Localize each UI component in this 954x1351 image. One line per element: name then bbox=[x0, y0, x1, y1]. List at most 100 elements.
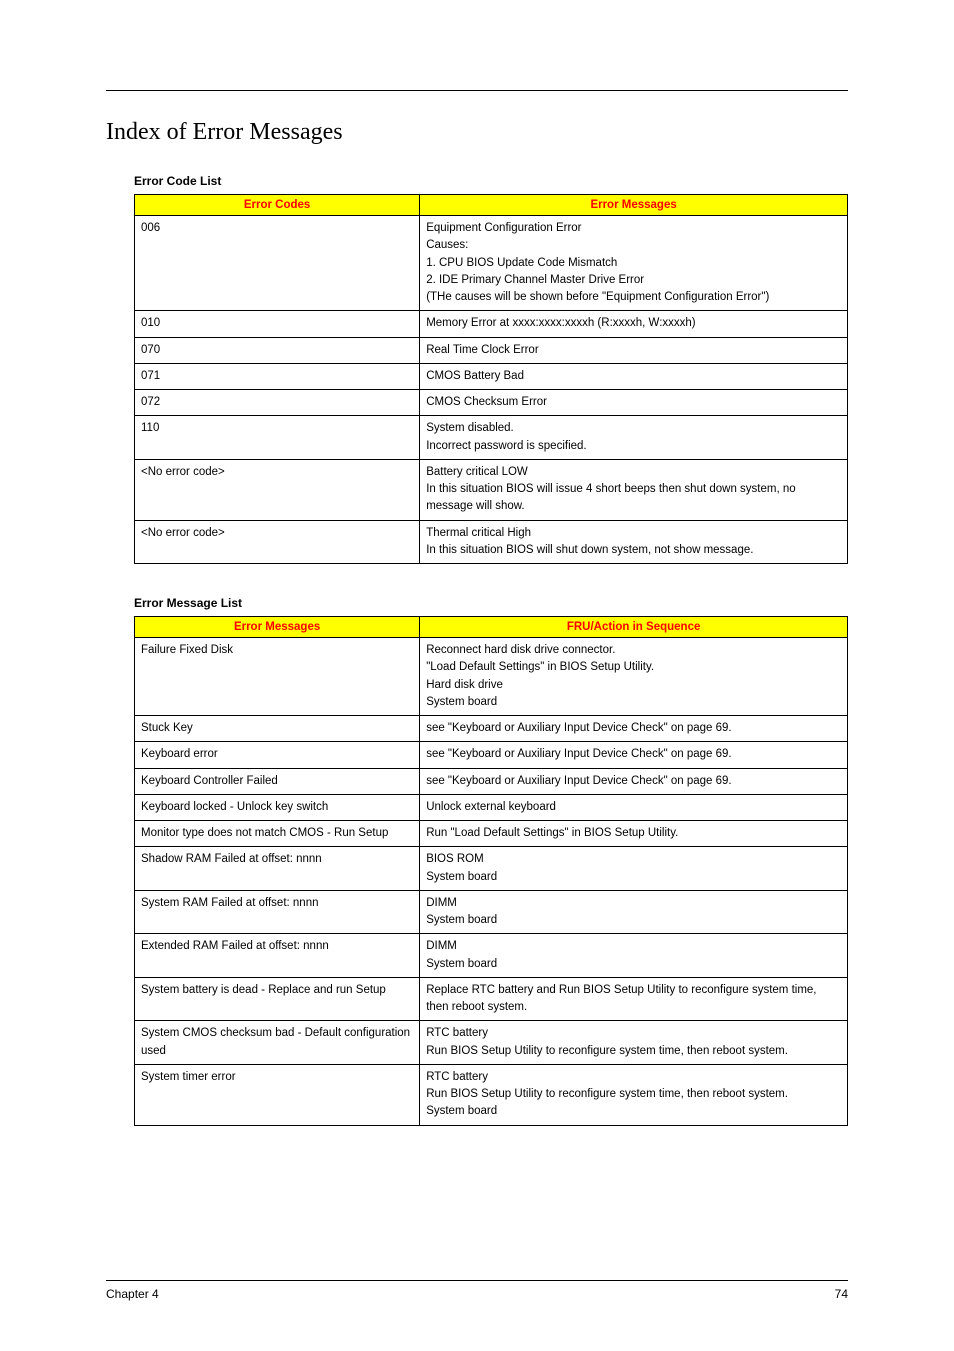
cell-line: System board bbox=[426, 1103, 841, 1120]
row-left-cell: Failure Fixed Disk bbox=[135, 638, 420, 716]
cell-line: (THe causes will be shown before "Equipm… bbox=[426, 289, 841, 306]
cell-line: Battery critical LOW bbox=[426, 464, 841, 481]
row-right-cell: DIMMSystem board bbox=[420, 890, 848, 934]
row-left-cell: Monitor type does not match CMOS - Run S… bbox=[135, 821, 420, 847]
cell-line: "Load Default Settings" in BIOS Setup Ut… bbox=[426, 659, 841, 676]
error-message-list-label: Error Message List bbox=[134, 596, 848, 610]
table-row: <No error code>Thermal critical HighIn t… bbox=[135, 520, 848, 564]
table-row: System CMOS checksum bad - Default confi… bbox=[135, 1021, 848, 1065]
cell-line: Reconnect hard disk drive connector. bbox=[426, 642, 841, 659]
cell-line: DIMM bbox=[426, 895, 841, 912]
row-right-cell: System disabled.Incorrect password is sp… bbox=[420, 416, 848, 460]
row-left-cell: <No error code> bbox=[135, 459, 420, 520]
cell-line: In this situation BIOS will shut down sy… bbox=[426, 542, 841, 559]
cell-line: Hard disk drive bbox=[426, 677, 841, 694]
table-row: Stuck Key see "Keyboard or Auxiliary Inpu… bbox=[135, 716, 848, 742]
row-left-cell: 110 bbox=[135, 416, 420, 460]
row-right-cell: see "Keyboard or Auxiliary Input Device … bbox=[420, 742, 848, 768]
t2-header-messages: Error Messages bbox=[135, 617, 420, 638]
cell-line: see "Keyboard or Auxiliary Input Device … bbox=[426, 746, 841, 763]
cell-line: Run "Load Default Settings" in BIOS Setu… bbox=[426, 825, 841, 842]
table-row: 071 CMOS Battery Bad bbox=[135, 363, 848, 389]
cell-line: Run BIOS Setup Utility to reconfigure sy… bbox=[426, 1086, 841, 1103]
cell-line: CMOS Battery Bad bbox=[426, 368, 841, 385]
table-row: Keyboard locked - Unlock key switchUnloc… bbox=[135, 794, 848, 820]
row-left-cell: Stuck Key bbox=[135, 716, 420, 742]
t2-header-action: FRU/Action in Sequence bbox=[420, 617, 848, 638]
row-right-cell: RTC batteryRun BIOS Setup Utility to rec… bbox=[420, 1064, 848, 1125]
cell-line: CMOS Checksum Error bbox=[426, 394, 841, 411]
row-left-cell: Keyboard Controller Failed bbox=[135, 768, 420, 794]
row-right-cell: Memory Error at xxxx:xxxx:xxxxh (R:xxxxh… bbox=[420, 311, 848, 337]
row-left-cell: System RAM Failed at offset: nnnn bbox=[135, 890, 420, 934]
row-left-cell: Keyboard locked - Unlock key switch bbox=[135, 794, 420, 820]
cell-line: see "Keyboard or Auxiliary Input Device … bbox=[426, 720, 841, 737]
table-row: 010 Memory Error at xxxx:xxxx:xxxxh (R:xx… bbox=[135, 311, 848, 337]
row-right-cell: Unlock external keyboard bbox=[420, 794, 848, 820]
error-code-list-label: Error Code List bbox=[134, 174, 848, 188]
row-right-cell: BIOS ROMSystem board bbox=[420, 847, 848, 891]
cell-line: RTC battery bbox=[426, 1069, 841, 1086]
cell-line: Replace RTC battery and Run BIOS Setup U… bbox=[426, 982, 841, 1017]
table-row: Keyboard Controller Failedsee "Keyboard … bbox=[135, 768, 848, 794]
cell-line: Real Time Clock Error bbox=[426, 342, 841, 359]
table-row: Failure Fixed DiskReconnect hard disk dr… bbox=[135, 638, 848, 716]
row-right-cell: CMOS Battery Bad bbox=[420, 363, 848, 389]
table-row: Extended RAM Failed at offset: nnnnDIMMS… bbox=[135, 934, 848, 978]
row-left-cell: 010 bbox=[135, 311, 420, 337]
row-right-cell: Thermal critical HighIn this situation B… bbox=[420, 520, 848, 564]
table-row: 072 CMOS Checksum Error bbox=[135, 390, 848, 416]
row-left-cell: Shadow RAM Failed at offset: nnnn bbox=[135, 847, 420, 891]
error-message-table: Error Messages FRU/Action in Sequence Fa… bbox=[134, 616, 848, 1126]
page-title: Index of Error Messages bbox=[106, 119, 848, 146]
cell-line: System disabled. bbox=[426, 420, 841, 437]
row-right-cell: DIMMSystem board bbox=[420, 934, 848, 978]
row-right-cell: Run "Load Default Settings" in BIOS Setu… bbox=[420, 821, 848, 847]
cell-line: 2. IDE Primary Channel Master Drive Erro… bbox=[426, 272, 841, 289]
t1-header-codes: Error Codes bbox=[135, 195, 420, 216]
table-row: System timer errorRTC batteryRun BIOS Se… bbox=[135, 1064, 848, 1125]
row-right-cell: Real Time Clock Error bbox=[420, 337, 848, 363]
cell-line: In this situation BIOS will issue 4 shor… bbox=[426, 481, 841, 516]
cell-line: Run BIOS Setup Utility to reconfigure sy… bbox=[426, 1043, 841, 1060]
row-right-cell: see "Keyboard or Auxiliary Input Device … bbox=[420, 716, 848, 742]
top-rule bbox=[106, 90, 848, 91]
row-left-cell: Keyboard error bbox=[135, 742, 420, 768]
row-right-cell: RTC batteryRun BIOS Setup Utility to rec… bbox=[420, 1021, 848, 1065]
table-row: <No error code>Battery critical LOWIn th… bbox=[135, 459, 848, 520]
table-row: Shadow RAM Failed at offset: nnnnBIOS RO… bbox=[135, 847, 848, 891]
table-row: System battery is dead - Replace and run… bbox=[135, 977, 848, 1021]
cell-line: DIMM bbox=[426, 938, 841, 955]
table-row: System RAM Failed at offset: nnnnDIMMSys… bbox=[135, 890, 848, 934]
row-left-cell: System timer error bbox=[135, 1064, 420, 1125]
table-row: Keyboard error see "Keyboard or Auxiliary… bbox=[135, 742, 848, 768]
page-footer: Chapter 4 74 bbox=[106, 1280, 848, 1301]
cell-line: Thermal critical High bbox=[426, 525, 841, 542]
table-row: 110System disabled.Incorrect password is… bbox=[135, 416, 848, 460]
cell-line: Causes: bbox=[426, 237, 841, 254]
cell-line: Equipment Configuration Error bbox=[426, 220, 841, 237]
cell-line: System board bbox=[426, 912, 841, 929]
row-right-cell: Reconnect hard disk drive connector."Loa… bbox=[420, 638, 848, 716]
cell-line: 1. CPU BIOS Update Code Mismatch bbox=[426, 255, 841, 272]
row-right-cell: see "Keyboard or Auxiliary Input Device … bbox=[420, 768, 848, 794]
cell-line: System board bbox=[426, 869, 841, 886]
row-right-cell: CMOS Checksum Error bbox=[420, 390, 848, 416]
cell-line: Memory Error at xxxx:xxxx:xxxxh (R:xxxxh… bbox=[426, 315, 841, 332]
row-left-cell: 071 bbox=[135, 363, 420, 389]
error-code-table: Error Codes Error Messages 006Equipment … bbox=[134, 194, 848, 564]
row-left-cell: <No error code> bbox=[135, 520, 420, 564]
row-left-cell: Extended RAM Failed at offset: nnnn bbox=[135, 934, 420, 978]
row-right-cell: Equipment Configuration ErrorCauses:1. C… bbox=[420, 216, 848, 311]
cell-line: BIOS ROM bbox=[426, 851, 841, 868]
cell-line: System board bbox=[426, 956, 841, 973]
t1-header-messages: Error Messages bbox=[420, 195, 848, 216]
table-row: 006Equipment Configuration ErrorCauses:1… bbox=[135, 216, 848, 311]
row-left-cell: 072 bbox=[135, 390, 420, 416]
table-row: 070Real Time Clock Error bbox=[135, 337, 848, 363]
row-left-cell: System battery is dead - Replace and run… bbox=[135, 977, 420, 1021]
row-left-cell: 006 bbox=[135, 216, 420, 311]
row-right-cell: Battery critical LOWIn this situation BI… bbox=[420, 459, 848, 520]
footer-left: Chapter 4 bbox=[106, 1287, 159, 1301]
row-right-cell: Replace RTC battery and Run BIOS Setup U… bbox=[420, 977, 848, 1021]
